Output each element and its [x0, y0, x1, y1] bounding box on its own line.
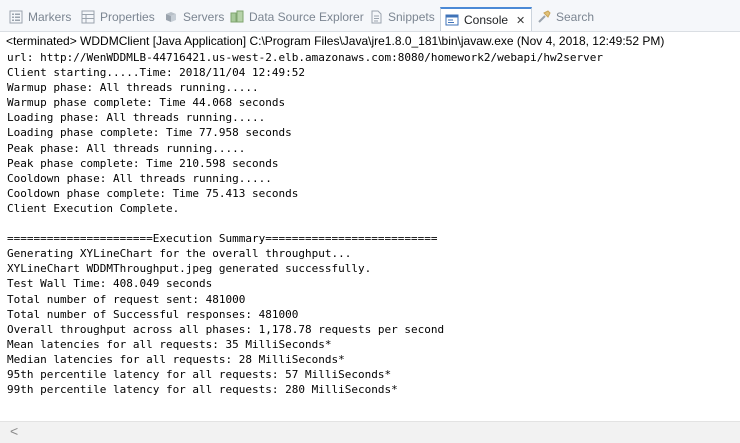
tab-markers[interactable]: Markers	[9, 6, 71, 28]
console-icon	[445, 13, 459, 27]
console-line: Loading phase: All threads running.....	[7, 111, 266, 125]
tab-snippets-label: Snippets	[388, 10, 435, 24]
tab-search-label: Search	[556, 10, 595, 24]
tab-properties-label: Properties	[100, 10, 155, 24]
console-line: Test Wall Time: 408.049 seconds	[7, 277, 213, 291]
console-line: Cooldown phase: All threads running.....	[7, 171, 272, 185]
snippets-icon	[369, 10, 383, 24]
console-line: 99th percentile latency for all requests…	[7, 383, 398, 397]
markers-icon	[9, 10, 23, 24]
horizontal-scrollbar[interactable]: <	[0, 421, 740, 443]
console-line: Total number of request sent: 481000	[7, 292, 246, 306]
tab-data-source-explorer-label: Data Source Explorer	[249, 10, 364, 24]
scroll-left-icon[interactable]: <	[10, 423, 18, 439]
console-line: Client starting.....Time: 2018/11/04 12:…	[7, 66, 306, 80]
console-line: ======================Execution Summary=…	[7, 232, 438, 246]
console-line: Client Execution Complete.	[7, 201, 180, 215]
tab-search[interactable]: Search	[537, 6, 594, 28]
tab-data-source-explorer[interactable]: Data Source Explorer	[230, 6, 364, 28]
console-line: url: http://WenWDDMLB-44716421.us-west-2…	[7, 51, 604, 64]
tab-servers-label: Servers	[183, 10, 225, 24]
close-icon[interactable]: ✕	[516, 14, 525, 27]
console-output[interactable]: url: http://WenWDDMLB-44716421.us-west-2…	[0, 50, 740, 421]
tab-console-label: Console	[464, 13, 509, 27]
console-line: Peak phase complete: Time 210.598 second…	[7, 156, 279, 170]
properties-icon	[81, 10, 95, 24]
view-tab-bar: Markers Properties Servers Data Source E…	[0, 0, 740, 32]
console-line: 95th percentile latency for all requests…	[7, 367, 392, 381]
tab-properties[interactable]: Properties	[81, 6, 155, 28]
search-icon	[537, 10, 551, 24]
console-line: Mean latencies for all requests: 35 Mill…	[7, 337, 332, 351]
data-source-explorer-icon	[230, 10, 244, 24]
tab-markers-label: Markers	[28, 10, 72, 24]
tab-console[interactable]: Console ✕	[440, 7, 533, 31]
console-line: Overall throughput across all phases: 1,…	[7, 322, 445, 336]
tab-servers[interactable]: Servers	[164, 6, 224, 28]
console-line: XYLineChart WDDMThroughput.jpeg generate…	[7, 262, 372, 276]
console-line: Cooldown phase complete: Time 75.413 sec…	[7, 186, 299, 200]
console-line: Loading phase complete: Time 77.958 seco…	[7, 126, 292, 140]
console-line: Peak phase: All threads running.....	[7, 141, 246, 155]
console-line: Median latencies for all requests: 28 Mi…	[7, 352, 345, 366]
console-line: Warmup phase: All threads running.....	[7, 81, 259, 95]
console-line: Total number of Successful responses: 48…	[7, 307, 299, 321]
console-line: Generating XYLineChart for the overall t…	[7, 247, 352, 261]
console-status-line: <terminated> WDDMClient [Java Applicatio…	[6, 34, 665, 48]
servers-icon	[164, 10, 178, 24]
console-line: Warmup phase complete: Time 44.068 secon…	[7, 96, 286, 110]
tab-snippets[interactable]: Snippets	[369, 6, 435, 28]
